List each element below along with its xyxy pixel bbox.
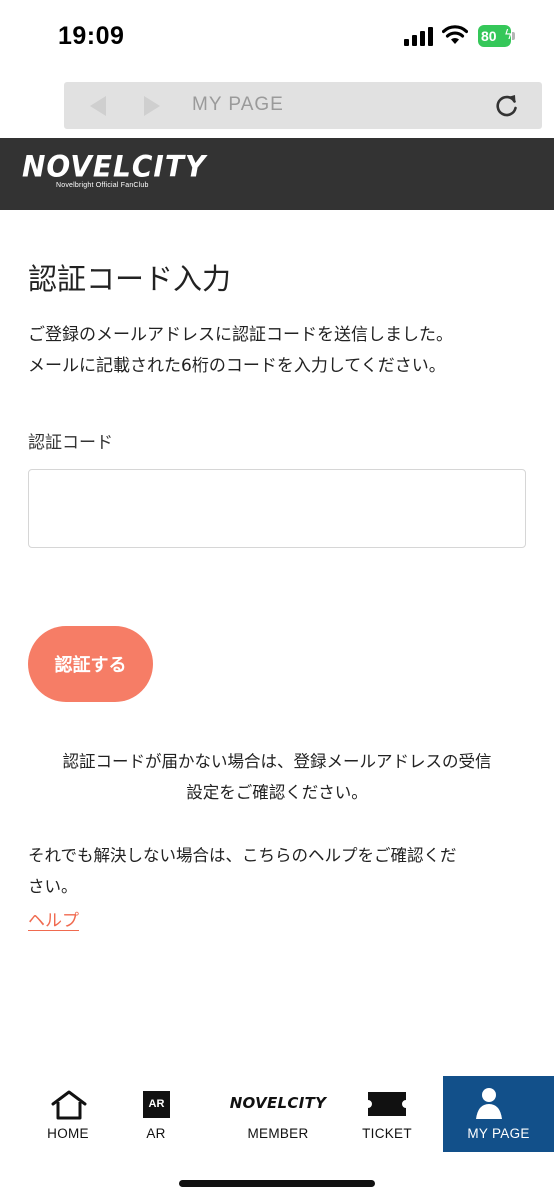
tab-ar[interactable]: AR AR (122, 1076, 190, 1152)
home-icon (51, 1090, 87, 1120)
tab-ticket[interactable]: TICKET (352, 1076, 422, 1152)
tab-home-label: HOME (47, 1126, 89, 1141)
battery-cap (512, 32, 515, 40)
help-text-line-2: さい。 (28, 877, 78, 896)
verification-code-input[interactable] (28, 469, 526, 548)
help-text: それでも解決しない場合は、こちらのヘルプをご確認くだ さい。 (28, 840, 528, 902)
forward-arrow-icon[interactable] (144, 96, 160, 116)
help-link[interactable]: ヘルプ (28, 906, 79, 931)
home-indicator (179, 1180, 375, 1187)
tab-home[interactable]: HOME (34, 1076, 102, 1152)
site-logo[interactable]: NOVELCITY (22, 149, 206, 184)
code-field-label: 認証コード (28, 433, 113, 453)
verify-button[interactable]: 認証する (28, 626, 153, 702)
back-arrow-icon[interactable] (90, 96, 106, 116)
notice-line-2: 設定をご確認ください。 (186, 783, 368, 802)
bottom-tab-bar: HOME AR AR NOVELCITY MEMBER TICKET MY PA… (0, 1076, 554, 1152)
tab-ticket-label: TICKET (362, 1126, 412, 1141)
ticket-icon (368, 1092, 406, 1116)
tab-ar-label: AR (146, 1126, 166, 1141)
browser-toolbar: MY PAGE (64, 82, 542, 129)
novelcity-logo-icon: NOVELCITY (229, 1094, 327, 1112)
notice-line-1: 認証コードが届かない場合は、登録メールアドレスの受信 (62, 752, 492, 771)
user-icon (476, 1088, 502, 1119)
wifi-icon (442, 25, 468, 44)
help-text-line-1: それでも解決しない場合は、こちらのヘルプをご確認くだ (28, 846, 457, 865)
battery-indicator: 80 ϟ (478, 25, 516, 47)
tab-mypage[interactable]: MY PAGE (443, 1076, 554, 1152)
tab-member[interactable]: NOVELCITY MEMBER (228, 1076, 328, 1152)
signal-icon (404, 27, 433, 46)
page-title: 認証コード入力 (28, 262, 232, 296)
description: ご登録のメールアドレスに認証コードを送信しました。 メールに記載された6桁のコー… (28, 320, 538, 382)
reload-icon[interactable] (494, 93, 520, 119)
tab-member-label: MEMBER (247, 1126, 309, 1141)
description-line-1: ご登録のメールアドレスに認証コードを送信しました。 (28, 325, 453, 345)
status-bar: 19:09 80 ϟ (0, 0, 554, 74)
site-logo-subtitle: Novelbright Official FanClub (56, 182, 149, 189)
browser-page-title: MY PAGE (192, 94, 284, 115)
tab-mypage-label: MY PAGE (467, 1126, 530, 1141)
description-line-2: メールに記載された6桁のコードを入力してください。 (28, 356, 446, 376)
status-time: 19:09 (58, 22, 125, 50)
site-header: NOVELCITY Novelbright Official FanClub (0, 138, 554, 210)
notice-text: 認証コードが届かない場合は、登録メールアドレスの受信 設定をご確認ください。 (28, 746, 526, 808)
ar-icon: AR (143, 1091, 170, 1118)
